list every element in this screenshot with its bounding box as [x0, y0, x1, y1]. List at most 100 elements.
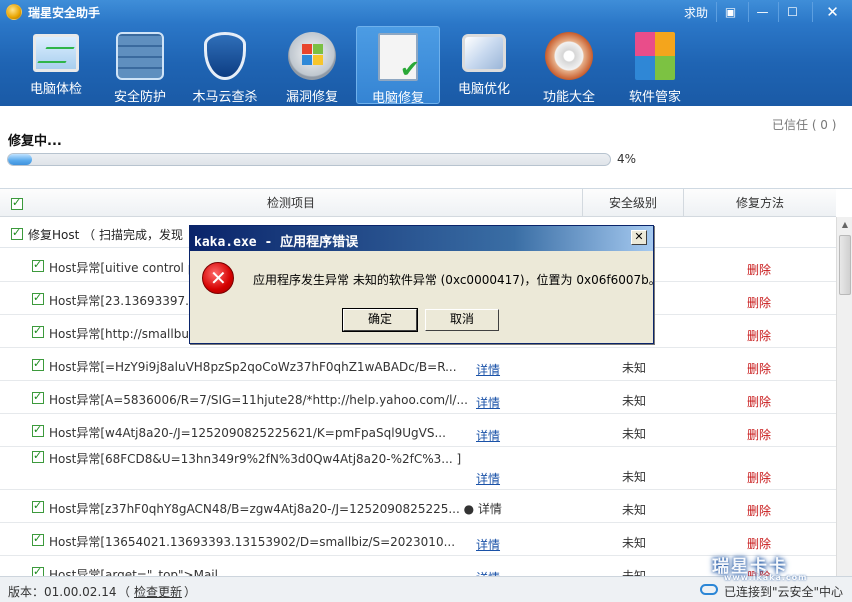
tool-pc-repair[interactable]: 电脑修复	[356, 26, 440, 106]
scroll-up-icon[interactable]: ▲	[838, 217, 852, 233]
error-icon	[202, 262, 234, 294]
help-link[interactable]: 求助	[684, 4, 708, 21]
dialog-close-button[interactable]: ✕	[631, 230, 647, 245]
ikaka-watermark: 瑞星卡卡 www.ikaka.com	[712, 552, 848, 584]
row-fix-delete[interactable]: 删除	[747, 261, 771, 278]
tool-pc-checkup[interactable]: 电脑体检	[14, 26, 98, 104]
table-row: Host异常[A=5836006/R=7/SIG=11hjute28/*http…	[0, 381, 836, 414]
tool-label: 软件管家	[628, 90, 681, 105]
row-checkbox[interactable]	[32, 291, 44, 305]
title-bar: 瑞星安全助手 求助 ▣ — ☐ ✕	[0, 0, 852, 24]
paren-close: ）	[184, 585, 197, 599]
dialog-title-bar[interactable]: kaka.exe - 应用程序错误 ✕	[190, 226, 653, 251]
row-detail-link[interactable]: 详情	[476, 470, 500, 487]
repair-progress-bar	[7, 153, 611, 166]
header-item: 检测项目	[0, 189, 583, 217]
group-checkbox[interactable]	[11, 226, 23, 240]
row-level: 未知	[622, 394, 647, 408]
row-item-text: Host异常[uitive control pa	[49, 261, 203, 275]
tool-label: 漏洞修复	[285, 90, 338, 105]
row-item-text: Host异常[http://smallbusin	[49, 327, 207, 341]
row-level: 未知	[622, 569, 647, 576]
dialog-title: kaka.exe - 应用程序错误	[194, 235, 359, 250]
row-detail-link[interactable]: 详情	[476, 394, 500, 411]
minimize-button[interactable]: —	[748, 2, 776, 22]
row-item-text: Host异常[arget="_top">Mail	[49, 568, 218, 576]
progress-fill	[8, 154, 33, 165]
software-blocks-icon	[635, 32, 675, 80]
clipboard-check-icon	[378, 33, 420, 83]
row-item-text: Host异常[=HzY9i9j8aluVH8pzSp2qoCoWz37hF0qh…	[49, 360, 457, 374]
row-checkbox[interactable]	[32, 565, 44, 576]
top-header: 瑞星安全助手 求助 ▣ — ☐ ✕ 电脑体检 安全防护 木马云查杀 漏洞修复 电…	[0, 0, 852, 106]
table-row: Host异常[68FCD8&U=13hn349r9%2fN%3d0Qw4Atj8…	[0, 447, 836, 490]
table-row: Host异常[=HzY9i9j8aluVH8pzSp2qoCoWz37hF0qh…	[0, 348, 836, 381]
row-level: 未知	[622, 427, 647, 441]
tool-label: 功能大全	[542, 90, 595, 105]
app-title: 瑞星安全助手	[28, 6, 101, 20]
table-scrollbar[interactable]: ▲	[836, 217, 852, 576]
row-checkbox[interactable]	[32, 390, 44, 404]
rising-logo-icon	[6, 4, 22, 20]
watermark-url: www.ikaka.com	[724, 573, 808, 582]
row-fix-delete[interactable]: 删除	[747, 469, 771, 486]
close-button[interactable]: ✕	[812, 2, 852, 22]
row-detail-link[interactable]: 详情	[476, 536, 500, 553]
row-level: 未知	[622, 361, 647, 375]
version-label: 版本：01.00.02.14	[8, 585, 117, 599]
tool-security-protection[interactable]: 安全防护	[98, 26, 182, 105]
row-checkbox[interactable]	[32, 449, 44, 463]
table-row: Host异常[13654021.13693393.13153902/D=smal…	[0, 523, 836, 556]
tool-label: 电脑优化	[457, 82, 510, 97]
table-row: Host异常[arget="_top">Mail详情未知删除	[0, 556, 836, 576]
main-toolbar: 电脑体检 安全防护 木马云查杀 漏洞修复 电脑修复 电脑优化 功能大全 软件管	[0, 26, 852, 106]
row-checkbox[interactable]	[32, 423, 44, 437]
tool-label: 电脑修复	[371, 91, 424, 106]
row-detail-link[interactable]: 详情	[476, 569, 500, 576]
row-checkbox[interactable]	[32, 499, 44, 513]
row-item-text: Host异常[23.13693397.13	[49, 294, 205, 308]
status-text: 修复中...	[8, 134, 62, 149]
trusted-count[interactable]: 已信任 ( 0 )	[772, 116, 836, 133]
windows-patch-icon	[288, 32, 336, 80]
tool-software-manager[interactable]: 软件管家	[613, 26, 697, 105]
row-detail-link[interactable]: 详情	[476, 427, 500, 444]
row-checkbox[interactable]	[32, 357, 44, 371]
header-fix-method: 修复方法	[735, 196, 784, 210]
cloud-status: 已连接到"云安全"中心	[724, 585, 844, 599]
row-detail-link[interactable]: 详情	[476, 361, 500, 378]
row-fix-delete[interactable]: 删除	[747, 327, 771, 344]
row-checkbox[interactable]	[32, 258, 44, 272]
progress-percent: 4%	[617, 152, 637, 166]
ok-button[interactable]: 确定	[342, 308, 418, 332]
row-item-text: Host异常[A=5836006/R=7/SIG=11hjute28/*http…	[49, 393, 468, 407]
tool-label: 电脑体检	[29, 82, 82, 97]
paren-open: （	[118, 585, 131, 599]
cloud-icon	[700, 584, 718, 595]
cancel-button[interactable]: 取消	[425, 309, 499, 331]
tool-pc-optimize[interactable]: 电脑优化	[442, 26, 526, 104]
row-checkbox[interactable]	[32, 324, 44, 338]
tool-vulnerability-fix[interactable]: 漏洞修复	[270, 26, 354, 105]
dialog-message: 应用程序发生异常 未知的软件异常 (0xc0000417)，位置为 0x06f6…	[253, 273, 661, 287]
row-level: 未知	[622, 503, 647, 517]
row-fix-delete[interactable]: 删除	[747, 535, 771, 552]
row-fix-delete[interactable]: 删除	[747, 502, 771, 519]
tool-trojan-cloud-scan[interactable]: 木马云查杀	[183, 26, 267, 105]
tool-label: 木马云查杀	[192, 90, 258, 105]
row-checkbox[interactable]	[32, 532, 44, 546]
row-fix-delete[interactable]: 删除	[747, 393, 771, 410]
shield-icon	[204, 32, 246, 80]
display-brush-icon	[462, 34, 506, 72]
maximize-button[interactable]: ☐	[778, 2, 806, 22]
row-fix-delete[interactable]: 删除	[747, 426, 771, 443]
row-level: 未知	[622, 470, 647, 484]
row-fix-delete[interactable]: 删除	[747, 360, 771, 377]
scroll-thumb[interactable]	[839, 235, 851, 295]
tool-all-features[interactable]: 功能大全	[527, 26, 611, 105]
disc-box-icon	[545, 32, 593, 80]
menu-button[interactable]: ▣	[716, 2, 744, 22]
check-update-link[interactable]: 检查更新	[134, 583, 182, 600]
row-item-text: Host异常[z37hF0qhY8gACN48/B=zgw4Atj8a20-/J…	[49, 502, 502, 516]
row-fix-delete[interactable]: 删除	[747, 294, 771, 311]
